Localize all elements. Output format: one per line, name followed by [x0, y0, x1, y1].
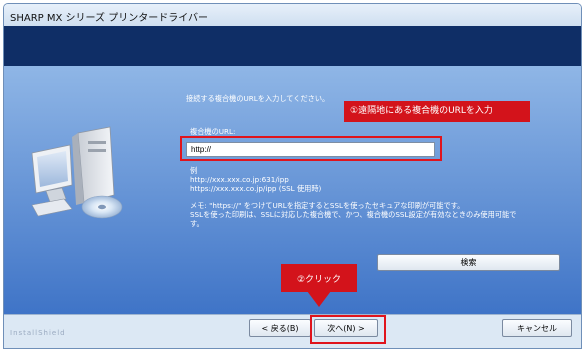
- installshield-watermark: InstallShield: [10, 329, 66, 337]
- back-button[interactable]: < 戻る(B): [249, 319, 311, 337]
- window-title: SHARP MX シリーズ プリンタードライバー: [10, 13, 209, 24]
- instruction-text: 接続する複合機のURLを入力してください。: [186, 94, 330, 103]
- memo-line-2: SSLを使った印刷は、SSLに対応した複合機で、かつ、複合機のSSL設定が有効な…: [190, 210, 517, 219]
- callout-click-arrow: [307, 291, 331, 307]
- example-line-1: http://xxx.xxx.co.jp:631/ipp: [190, 175, 289, 184]
- callout-click: ②クリック: [281, 264, 357, 292]
- url-highlight-box: [180, 136, 442, 161]
- header-banner: [4, 26, 581, 66]
- example-line-2: https://xxx.xxx.co.jp/ipp (SSL 使用時): [190, 184, 322, 193]
- callout-enter-url: ①遠隔地にある複合機のURLを入力: [344, 101, 530, 122]
- url-label: 複合機のURL:: [190, 127, 236, 136]
- cancel-button[interactable]: キャンセル: [502, 319, 572, 337]
- title-bar[interactable]: SHARP MX シリーズ プリンタードライバー: [4, 4, 581, 26]
- memo-line-1: メモ: "https://" をつけてURLを指定するとSSLを使ったセキュアな…: [190, 201, 465, 210]
- search-button[interactable]: 検索: [377, 254, 560, 271]
- example-heading: 例: [190, 166, 198, 175]
- memo-line-3: す。: [190, 219, 204, 228]
- next-highlight-box: [310, 315, 386, 344]
- computer-illustration-icon: [31, 126, 123, 219]
